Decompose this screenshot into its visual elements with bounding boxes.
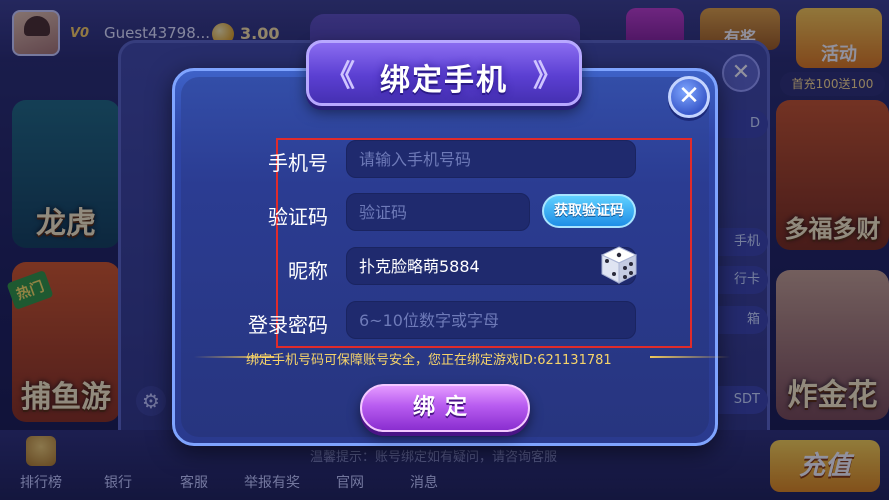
- phone-input[interactable]: 请输入手机号码: [346, 140, 636, 178]
- dialog-title-plate: 《 绑定手机 》: [306, 40, 582, 106]
- code-label: 验证码: [268, 205, 328, 229]
- title-right-bracket-icon: 》: [533, 59, 563, 94]
- bind-button[interactable]: 绑定: [360, 384, 530, 432]
- nickname-label: 昵称: [288, 259, 328, 283]
- notice-divider-right: [650, 356, 730, 358]
- random-dice-icon[interactable]: [598, 244, 640, 286]
- security-notice: 绑定手机号码可保障账号安全，您正在绑定游戏ID:621131781: [246, 353, 612, 368]
- password-label: 登录密码: [248, 313, 328, 337]
- nickname-input[interactable]: 扑克脸略萌5884: [346, 247, 636, 285]
- phone-label: 手机号: [268, 151, 328, 175]
- get-code-button[interactable]: 获取验证码: [542, 194, 636, 228]
- close-icon: ✕: [678, 81, 700, 111]
- code-input[interactable]: 验证码: [346, 193, 530, 231]
- close-button[interactable]: ✕: [668, 76, 710, 118]
- password-input[interactable]: 6~10位数字或字母: [346, 301, 636, 339]
